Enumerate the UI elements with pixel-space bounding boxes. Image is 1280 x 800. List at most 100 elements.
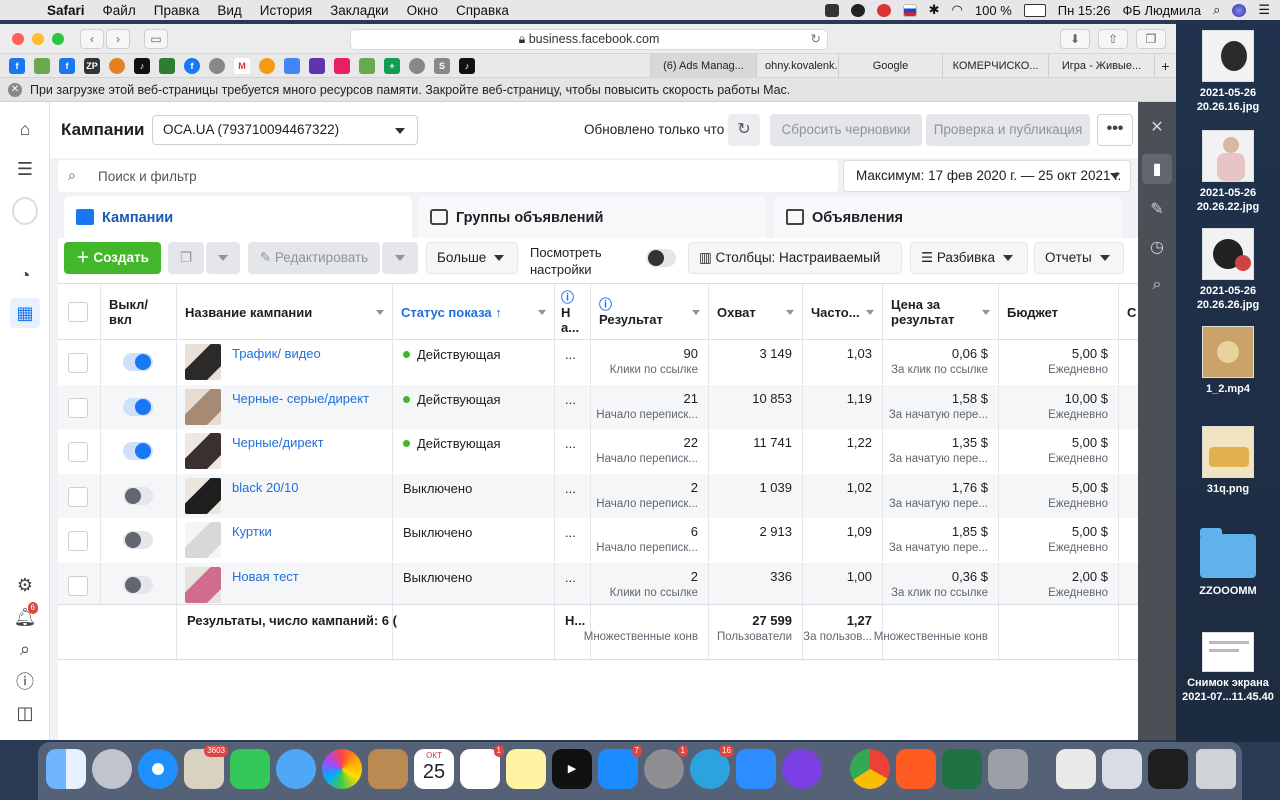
app-icon[interactable] (988, 749, 1028, 789)
help-icon[interactable]: ⓘ (12, 668, 38, 694)
menu-window[interactable]: Окно (398, 3, 447, 18)
clock[interactable]: Пн 15:26 (1058, 3, 1111, 18)
zoom-window-button[interactable] (52, 32, 64, 45)
column-header-extra[interactable]: С (1118, 284, 1138, 340)
account-avatar[interactable] (12, 197, 38, 225)
favorite-mail-icon[interactable] (359, 57, 375, 74)
launchpad-icon[interactable] (92, 749, 132, 789)
bluetooth-icon[interactable]: ✱ (929, 2, 940, 18)
apple-tv-icon[interactable]: ▶ (552, 749, 592, 789)
more-actions-button[interactable]: Больше (426, 242, 518, 274)
tray-notification-icon[interactable] (876, 3, 891, 17)
favorite-app-icon[interactable] (259, 57, 275, 74)
calendar-icon[interactable]: ОКТ 25 (414, 749, 454, 789)
column-header-toggle[interactable]: Выкл/вкл (100, 284, 176, 340)
tab-game[interactable]: Игра - Живые... (1048, 54, 1154, 78)
search-input[interactable] (98, 166, 798, 186)
sidebar-toggle-icon[interactable]: ▭ (144, 28, 168, 49)
spotlight-icon[interactable]: ⌕ (1213, 2, 1220, 18)
close-window-button[interactable] (12, 32, 24, 45)
menu-icon[interactable]: ☰ (12, 156, 38, 182)
campaign-toggle[interactable] (123, 442, 153, 460)
campaign-name-link[interactable]: Куртки (232, 524, 272, 539)
refresh-button[interactable]: ↻ (728, 114, 760, 146)
favorite-gmail-icon[interactable]: M (234, 57, 250, 74)
settings-gear-icon[interactable]: ⚙ (12, 572, 38, 598)
photos-icon[interactable] (322, 749, 362, 789)
viber-icon[interactable] (782, 749, 822, 789)
duplicate-button[interactable]: ❐ (168, 242, 204, 274)
column-header-frequency[interactable]: Часто... (802, 284, 882, 340)
favorite-facebook-icon[interactable]: f (9, 57, 25, 74)
tab-ads-manager[interactable]: (6) Ads Manag... (650, 54, 756, 78)
row-checkbox[interactable] (68, 442, 88, 462)
view-settings-toggle[interactable] (646, 249, 676, 267)
desktop-file[interactable]: 2021-05-26 20.26.16.jpg (1176, 30, 1280, 114)
favorite-tiktok-icon[interactable]: ♪ (459, 57, 475, 74)
tab-ads[interactable]: Объявления (774, 196, 1122, 240)
facetime-icon[interactable] (230, 749, 270, 789)
favorite-sheets-icon[interactable]: + (384, 57, 400, 74)
select-all-checkbox[interactable] (68, 302, 88, 322)
control-center-icon[interactable]: ☰ (1258, 2, 1270, 18)
create-button[interactable]: ＋ Создать (64, 242, 161, 274)
home-icon[interactable]: ⌂ (12, 116, 38, 142)
tab-google[interactable]: Google (838, 54, 942, 78)
screenshot-icon[interactable] (1102, 749, 1142, 789)
desktop-file[interactable]: 2021-05-26 20.26.26.jpg (1176, 228, 1280, 312)
breakdown-button[interactable]: ☰ Разбивка (910, 242, 1028, 274)
table-row[interactable]: Куртки Выключено ... 6 Начало переписк..… (58, 518, 1138, 562)
tab-overview-icon[interactable]: ❐ (1136, 29, 1166, 49)
search-icon[interactable]: ⌕ (12, 636, 38, 662)
wifi-icon[interactable]: ◠ (952, 2, 963, 18)
tab-commercial[interactable]: КОМЕРЧИСКО... (942, 54, 1048, 78)
review-publish-button[interactable]: Проверка и публикация (926, 114, 1090, 146)
column-header-cost-per-result[interactable]: Цена за результат (882, 284, 998, 340)
column-header-reach[interactable]: Охват (708, 284, 802, 340)
row-checkbox[interactable] (68, 353, 88, 373)
column-header-result[interactable]: ⓘ Результат (590, 284, 708, 340)
campaign-toggle[interactable] (123, 397, 153, 416)
notifications-bell-icon[interactable]: 🔔︎ 6 (12, 602, 38, 630)
telegram-icon[interactable]: 16 (690, 745, 734, 789)
favorite-app-icon[interactable] (159, 57, 175, 74)
desktop-file[interactable]: 2021-05-26 20.26.22.jpg (1176, 130, 1280, 214)
column-header-n[interactable]: ⓘ На... (554, 284, 590, 340)
favorite-app-icon[interactable] (309, 57, 325, 74)
menu-history[interactable]: История (251, 3, 321, 18)
ad-account-selector[interactable]: ОСА.UA (793710094467322) (152, 115, 418, 145)
table-row[interactable]: Черные- серые/директ Действующая ... 21 … (58, 384, 1138, 429)
favorite-zp-icon[interactable]: ZP (84, 57, 100, 74)
inspect-search-icon[interactable]: ⌕ (1142, 270, 1172, 300)
zoom-icon[interactable] (736, 749, 776, 789)
tab-adsets[interactable]: Группы объявлений (418, 196, 766, 240)
minimize-window-button[interactable] (32, 32, 44, 45)
menu-bookmarks[interactable]: Закладки (321, 3, 397, 18)
window-preview-icon[interactable] (1148, 749, 1188, 789)
app-store-icon[interactable]: 7 (598, 745, 642, 789)
reminders-icon[interactable]: 1 (460, 745, 504, 789)
reports-button[interactable]: Отчеты (1034, 242, 1124, 274)
battery-icon[interactable] (1023, 3, 1046, 17)
favorite-app-icon[interactable] (109, 57, 125, 74)
edit-button[interactable]: ✎ Редактировать (248, 242, 380, 274)
panel-toggle-icon[interactable]: ◫ (12, 700, 38, 726)
reload-icon[interactable]: ↻ (811, 30, 821, 49)
table-row[interactable]: Новая тест Выключено ... 2 Клики по ссыл… (58, 562, 1138, 607)
desktop-folder[interactable]: ZZOOOMM (1176, 528, 1280, 598)
menu-app-name[interactable]: Safari (38, 3, 94, 18)
search-filter-box[interactable]: ⌕ (58, 160, 838, 192)
system-preferences-icon[interactable]: 1 (644, 745, 688, 789)
menu-help[interactable]: Справка (447, 3, 518, 18)
favorite-docs-icon[interactable] (284, 57, 300, 74)
share-icon[interactable]: ⇧ (1098, 29, 1128, 49)
tray-app-icon[interactable] (824, 3, 839, 17)
campaign-name-link[interactable]: Черные- серые/директ (232, 391, 369, 406)
desktop-file[interactable]: 1_2.mp4 (1176, 326, 1280, 396)
table-row[interactable]: Трафик/ видео Действующая ... 90 Клики п… (58, 340, 1138, 384)
notes-icon[interactable] (506, 749, 546, 789)
table-row[interactable]: black 20/10 Выключено ... 2 Начало переп… (58, 473, 1138, 518)
safari-icon[interactable] (138, 749, 178, 789)
new-tab-button[interactable]: + (1154, 54, 1176, 78)
menu-edit[interactable]: Правка (145, 3, 209, 18)
